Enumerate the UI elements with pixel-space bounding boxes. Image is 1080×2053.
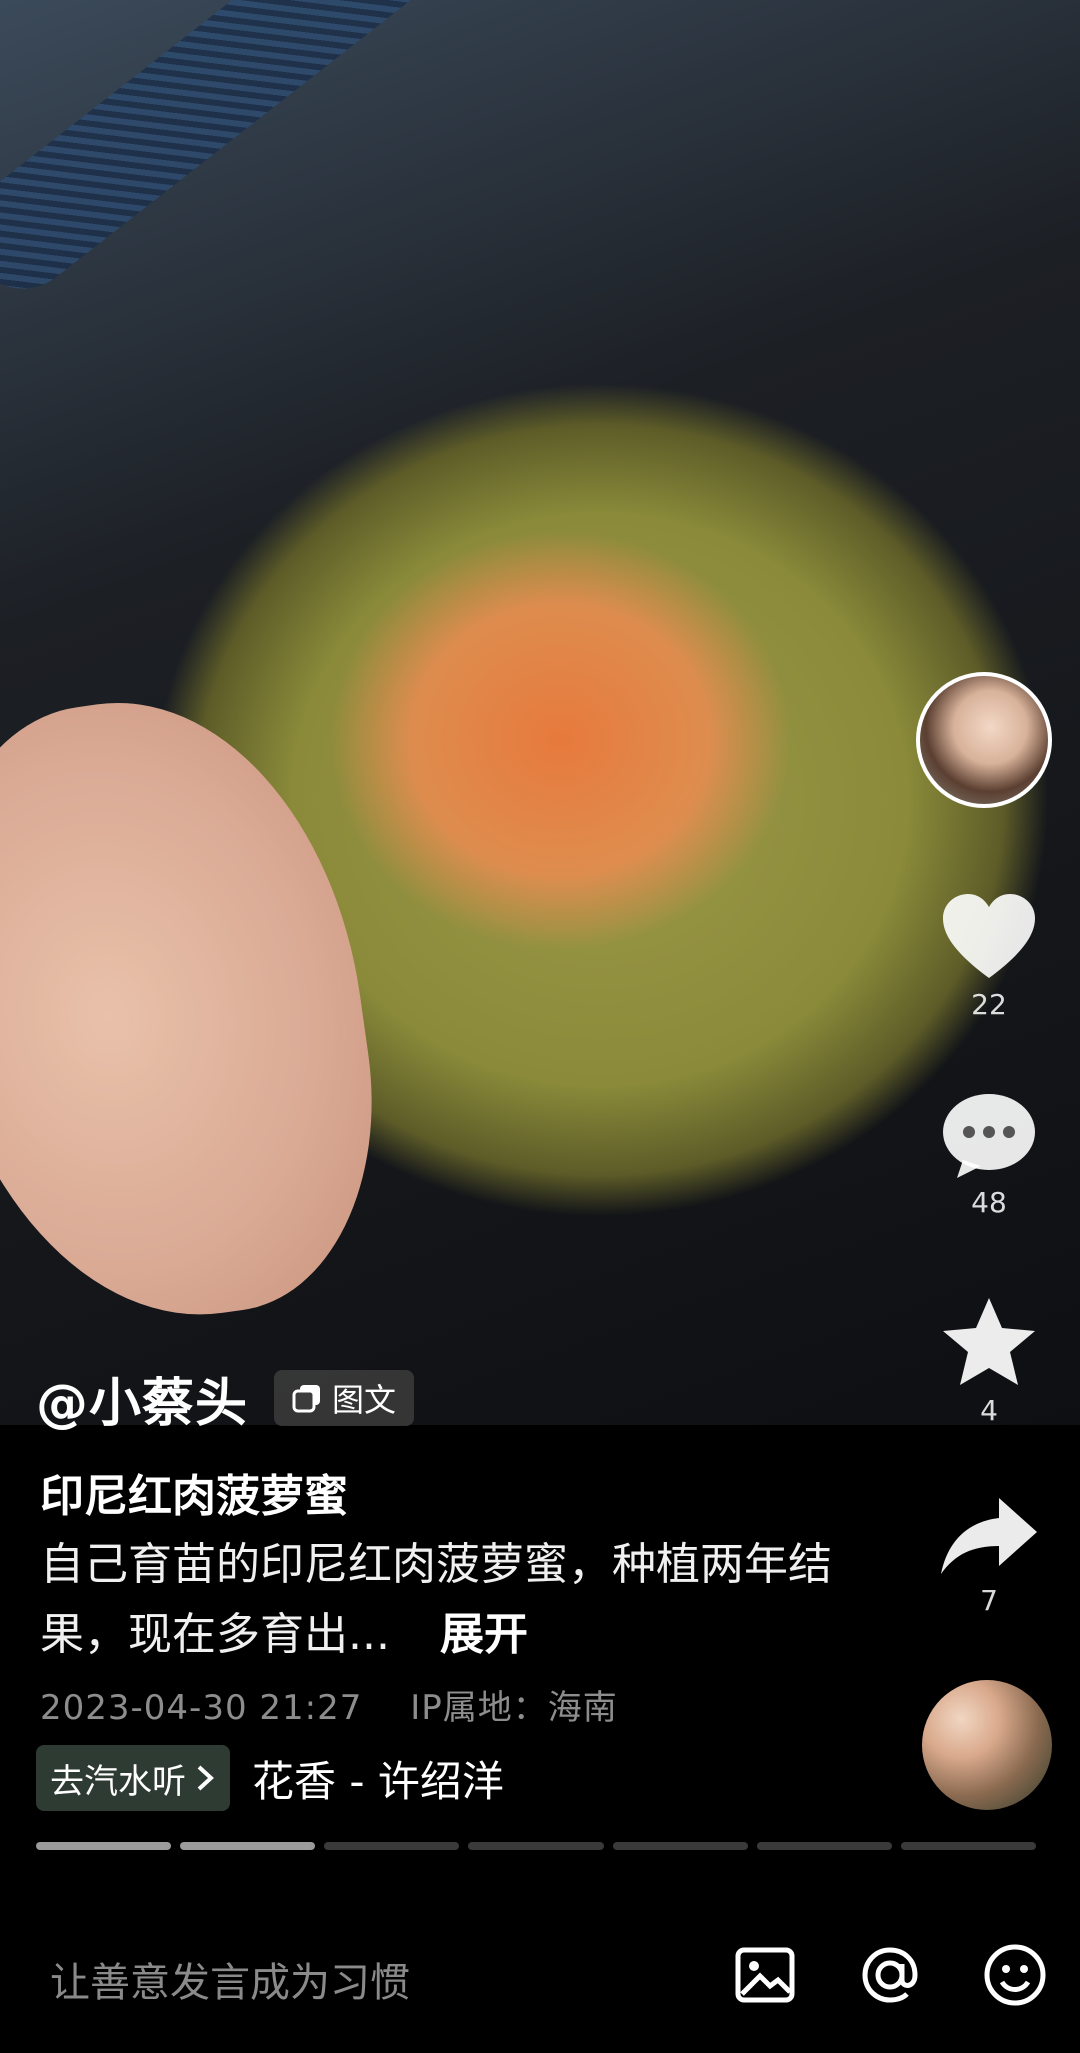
progress-segment (612, 1842, 748, 1850)
emoji-icon[interactable] (980, 1940, 1050, 2010)
comment-composer: 让善意发言成为习惯 (0, 1900, 1080, 2053)
comment-icon (943, 1094, 1035, 1178)
post-type-tag: 图文 (274, 1370, 415, 1426)
gallery-icon (292, 1385, 321, 1413)
like-count: 22 (971, 988, 1007, 1021)
comment-input[interactable]: 让善意发言成为习惯 (50, 1950, 410, 2008)
comment-count: 48 (971, 1186, 1007, 1219)
chevron-right-icon (197, 1765, 214, 1791)
photo-hand (0, 673, 402, 1347)
open-music-button[interactable]: 去汽水听 (36, 1745, 230, 1811)
music-disc[interactable] (922, 1680, 1052, 1810)
page-progress (36, 1842, 1036, 1850)
post-meta: 2023-04-30 21:27 IP属地：海南 (40, 1680, 618, 1729)
song-title[interactable]: 花香 - 许绍洋 (252, 1748, 504, 1809)
music-row: 去汽水听 花香 - 许绍洋 (36, 1745, 504, 1811)
open-music-label: 去汽水听 (50, 1761, 186, 1802)
ip-location: IP属地：海南 (410, 1688, 618, 1728)
heart-icon (943, 894, 1035, 978)
at-icon[interactable] (855, 1940, 925, 2010)
progress-segment (324, 1842, 460, 1850)
image-icon[interactable] (730, 1940, 800, 2010)
post-title: 印尼红肉菠萝蜜 (40, 1471, 348, 1522)
share-icon (941, 1498, 1037, 1574)
progress-segment (468, 1842, 604, 1850)
favorite-count: 4 (980, 1394, 998, 1427)
post-description: 自己育苗的印尼红肉菠萝蜜，种植两年结果，现在多育出... 展开 (40, 1530, 860, 1670)
share-count: 7 (980, 1584, 998, 1617)
author-name[interactable]: @小蔡头 (36, 1361, 248, 1436)
post-photo[interactable] (0, 0, 1080, 1425)
progress-segment (180, 1842, 316, 1850)
author-row: @小蔡头 图文 (36, 1365, 415, 1434)
progress-segment (756, 1842, 892, 1850)
photo-hose (0, 0, 455, 311)
star-icon (943, 1298, 1035, 1385)
share-button[interactable]: 7 (934, 1494, 1044, 1617)
post-type-label: 图文 (332, 1381, 397, 1419)
progress-segment (900, 1842, 1036, 1850)
like-button[interactable]: 22 (934, 892, 1044, 1021)
progress-segment (36, 1842, 172, 1850)
expand-link[interactable]: 展开 (440, 1609, 528, 1660)
description-text: 自己育苗的印尼红肉菠萝蜜，种植两年结果，现在多育出... (40, 1539, 832, 1660)
post-date: 2023-04-30 21:27 (40, 1688, 363, 1728)
author-avatar[interactable] (916, 672, 1052, 808)
comment-button[interactable]: 48 (934, 1090, 1044, 1219)
favorite-button[interactable]: 4 (934, 1296, 1044, 1427)
